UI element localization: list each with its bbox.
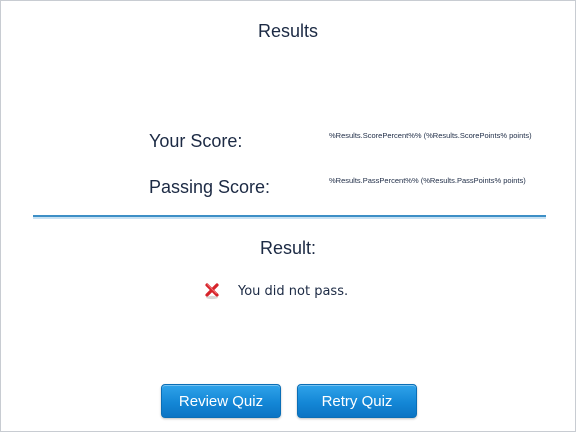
page-title: Results bbox=[257, 21, 319, 41]
review-quiz-button[interactable]: Review Quiz bbox=[161, 384, 281, 418]
passing-score-label: Passing Score: bbox=[149, 177, 271, 197]
result-message: You did not pass. bbox=[238, 283, 349, 299]
retry-quiz-button[interactable]: Retry Quiz bbox=[297, 384, 417, 418]
section-divider bbox=[33, 215, 546, 217]
passing-score-value: %Results.PassPercent%% (%Results.PassPoi… bbox=[329, 176, 526, 185]
result-status: You did not pass. bbox=[204, 282, 348, 300]
fail-x-icon bbox=[204, 282, 220, 300]
result-heading: Result: bbox=[259, 238, 317, 258]
your-score-label: Your Score: bbox=[149, 131, 243, 151]
quiz-results-slide: Results Your Score: %Results.ScorePercen… bbox=[0, 0, 576, 432]
your-score-value: %Results.ScorePercent%% (%Results.ScoreP… bbox=[329, 131, 532, 140]
